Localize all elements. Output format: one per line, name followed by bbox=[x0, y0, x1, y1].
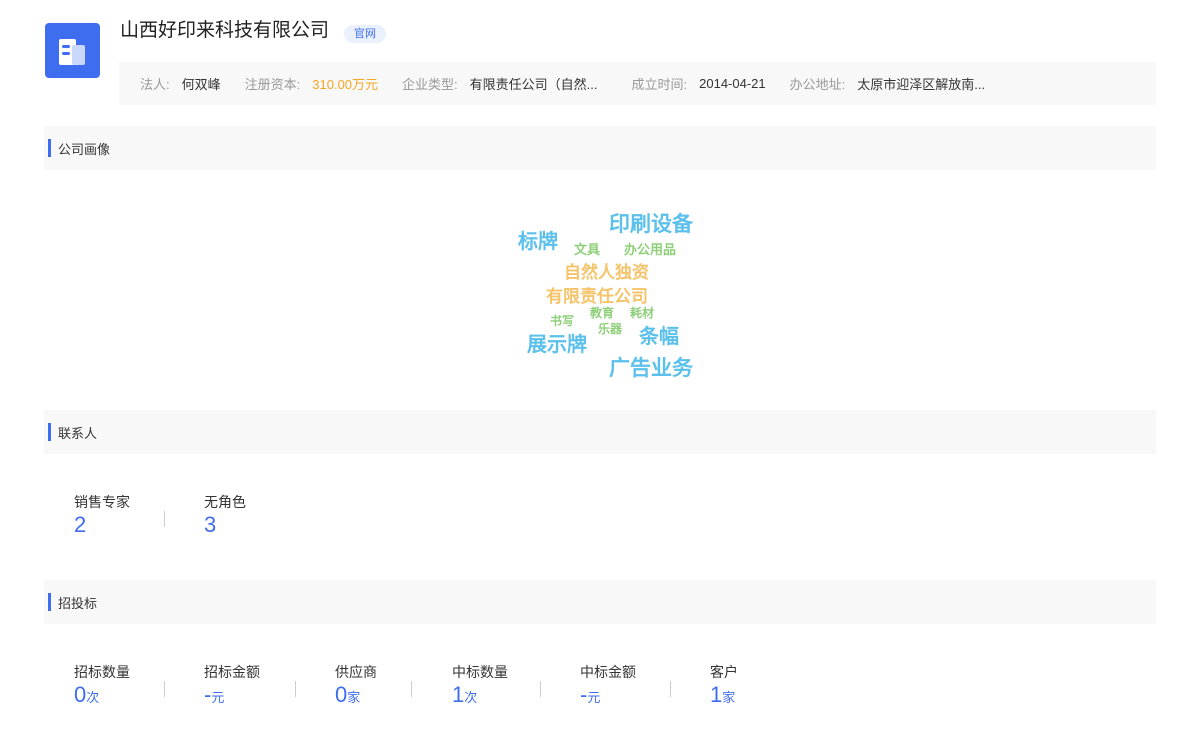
word-cloud: 印刷设备 标牌 文具 办公用品 自然人独资 有限责任公司 书写 教育 耗材 乐器… bbox=[0, 170, 1200, 410]
bid-stat-suppliers[interactable]: 供应商 0家 bbox=[296, 664, 411, 709]
bid-stat-award-amount[interactable]: 中标金额 -元 bbox=[541, 664, 670, 709]
stat-value: 3 bbox=[204, 512, 217, 537]
stat-value: 1家 bbox=[710, 682, 736, 707]
cloud-word: 展示牌 bbox=[527, 332, 587, 356]
company-type-label: 企业类型: bbox=[402, 77, 458, 92]
registered-capital: 注册资本: 310.00万元 bbox=[245, 74, 378, 93]
cloud-word: 标牌 bbox=[518, 229, 558, 253]
stat-value: 0次 bbox=[74, 682, 100, 707]
founded-label: 成立时间: bbox=[631, 77, 688, 92]
founded-date: 成立时间: 2014-04-21 bbox=[632, 74, 766, 93]
section-accent-bar bbox=[48, 593, 51, 611]
stat-label: 销售专家 bbox=[74, 494, 130, 510]
stat-label: 招标数量 bbox=[74, 664, 130, 680]
cloud-word: 条幅 bbox=[639, 324, 679, 348]
company-logo bbox=[45, 23, 100, 78]
cloud-word: 教育 bbox=[590, 306, 615, 320]
stat-value: 0家 bbox=[335, 682, 361, 707]
cloud-word: 耗材 bbox=[630, 306, 655, 320]
section-accent-bar bbox=[48, 139, 51, 157]
founded-value: 2014-04-21 bbox=[699, 76, 766, 91]
stat-label: 招标金额 bbox=[204, 664, 260, 680]
cloud-word: 办公用品 bbox=[624, 243, 677, 258]
cloud-word: 文具 bbox=[574, 243, 601, 258]
stat-label: 中标金额 bbox=[580, 664, 636, 680]
stat-value: 2 bbox=[74, 512, 87, 537]
cloud-word: 书写 bbox=[550, 314, 575, 328]
stat-label: 客户 bbox=[710, 664, 738, 680]
official-site-tag[interactable]: 官网 bbox=[344, 25, 386, 43]
address-value: 太原市迎泽区解放南... bbox=[857, 77, 986, 92]
cloud-word: 乐器 bbox=[598, 322, 623, 336]
bid-stat-tender-count[interactable]: 招标数量 0次 bbox=[44, 664, 164, 709]
stat-value: -元 bbox=[204, 682, 225, 707]
contact-stat-no-role[interactable]: 无角色 3 bbox=[165, 494, 246, 539]
stat-value: -元 bbox=[580, 682, 601, 707]
section-title: 招投标 bbox=[58, 595, 98, 611]
section-company-portrait: 公司画像 bbox=[44, 126, 1156, 170]
stat-label: 无角色 bbox=[204, 494, 246, 510]
stat-label: 供应商 bbox=[335, 664, 377, 680]
section-contacts: 联系人 bbox=[44, 410, 1156, 454]
capital-value: 310.00万元 bbox=[312, 77, 379, 92]
legal-person-value: 何双峰 bbox=[181, 77, 221, 92]
company-info-bar: 法人: 何双峰 注册资本: 310.00万元 企业类型: 有限责任公司（自然..… bbox=[119, 62, 1156, 105]
address-label: 办公地址: bbox=[789, 77, 846, 92]
capital-label: 注册资本: bbox=[244, 77, 301, 92]
building-icon bbox=[59, 39, 85, 65]
cloud-word: 自然人独资 bbox=[564, 263, 649, 283]
section-accent-bar bbox=[48, 423, 51, 441]
bid-stat-customers[interactable]: 客户 1家 bbox=[671, 664, 738, 709]
legal-person-label: 法人: bbox=[140, 77, 170, 92]
cloud-word: 广告业务 bbox=[609, 356, 693, 380]
stat-label: 中标数量 bbox=[452, 664, 508, 680]
office-address: 办公地址: 太原市迎泽区解放南... bbox=[790, 74, 985, 93]
section-bidding: 招投标 bbox=[44, 580, 1156, 624]
bidding-stats: 招标数量 0次 招标金额 -元 供应商 0家 中标数量 1次 中标金额 -元 客… bbox=[44, 664, 738, 709]
section-title: 联系人 bbox=[58, 425, 98, 441]
bid-stat-award-count[interactable]: 中标数量 1次 bbox=[412, 664, 540, 709]
company-name: 山西好印来科技有限公司 bbox=[120, 20, 330, 41]
company-type-value: 有限责任公司（自然... bbox=[469, 77, 598, 92]
stat-value: 1次 bbox=[452, 682, 478, 707]
company-type: 企业类型: 有限责任公司（自然... bbox=[402, 74, 597, 93]
section-title: 公司画像 bbox=[58, 141, 111, 157]
bid-stat-tender-amount[interactable]: 招标金额 -元 bbox=[165, 664, 295, 709]
legal-person: 法人: 何双峰 bbox=[140, 74, 221, 93]
cloud-word: 印刷设备 bbox=[609, 212, 693, 236]
contacts-stats: 销售专家 2 无角色 3 bbox=[44, 494, 246, 539]
contact-stat-sales-expert[interactable]: 销售专家 2 bbox=[44, 494, 164, 539]
